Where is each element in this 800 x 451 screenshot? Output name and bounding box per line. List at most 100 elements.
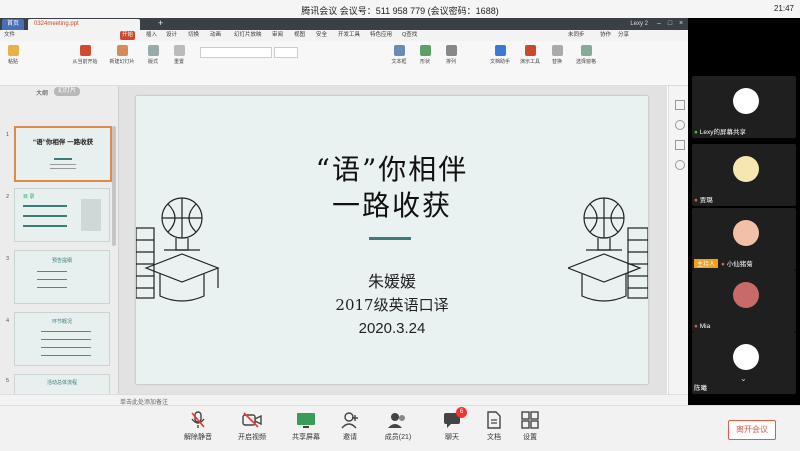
play-from-current-button[interactable]: 从当前开始 (68, 45, 102, 65)
slide-number: 4 (6, 318, 10, 324)
shared-screen: 首页 0324meeting.ppt + Lexy 2 – □ × 文件 开始 … (0, 18, 688, 405)
paste-button[interactable]: 粘贴 (2, 45, 24, 65)
close-icon[interactable]: × (676, 18, 686, 30)
slide-title-line1: “语”你相伴 (315, 153, 469, 186)
menu-search[interactable]: Q查找 (400, 31, 419, 40)
menu-design[interactable]: 设计 (164, 31, 179, 40)
minimize-icon[interactable]: – (654, 18, 664, 30)
menu-security[interactable]: 安全 (314, 31, 329, 40)
unmute-button[interactable]: 解除静音 (178, 411, 218, 442)
menu-slideshow[interactable]: 幻灯片放映 (232, 31, 264, 40)
chevron-down-icon[interactable]: ⌄ (740, 374, 747, 383)
participant-label: ● Mia (694, 323, 711, 330)
globe-illustration (81, 199, 101, 231)
avatar (733, 220, 759, 246)
meeting-title: 腾讯会议 会议号：511 958 779 (会议密码：1688) (301, 6, 499, 16)
tool-icon[interactable] (675, 120, 685, 130)
selection-pane-button[interactable]: 选择窗格 (572, 45, 600, 65)
shape-button[interactable]: 形状 (414, 45, 436, 65)
notes-bar: 单击此处添加备注 (0, 394, 688, 405)
members-button[interactable]: 成员(21) (378, 411, 418, 442)
menu-insert[interactable]: 插入 (144, 31, 159, 40)
participant-tile[interactable]: ● 贾璐 (692, 144, 796, 206)
avatar (733, 156, 759, 182)
collab-button[interactable]: 协作 (598, 31, 613, 40)
user-account[interactable]: Lexy 2 (630, 19, 648, 30)
presenter-class: 2017级英语口译 (335, 296, 449, 314)
mic-off-icon: ● (721, 261, 725, 268)
invite-button[interactable]: 邀请 (330, 411, 370, 442)
tool-icon[interactable] (675, 100, 685, 110)
settings-button[interactable]: 设置 (510, 411, 550, 442)
replace-icon (551, 45, 563, 56)
textbox-icon (393, 45, 405, 56)
slide-number: 2 (6, 194, 10, 200)
participant-tile[interactable]: ● Lexy的屏幕共享 (692, 76, 796, 138)
maximize-icon[interactable]: □ (665, 18, 675, 30)
slide-editor: “语”你相伴 一路收获 朱媛媛 2017级英语口译 2020.3.24 (119, 86, 667, 394)
share-screen-button[interactable]: 共享屏幕 (286, 411, 326, 442)
participant-label: ● 贾璐 (694, 197, 713, 204)
meeting-clock: 21:47 (773, 4, 794, 13)
presentation-date: 2020.3.24 (358, 320, 426, 337)
assistant-icon (494, 45, 506, 56)
meeting-controls: 解除静音 开启视频 共享屏幕 邀请 成员(21) 6 聊天 文档 设置 离开会议 (0, 405, 800, 451)
replace-button[interactable]: 替换 (546, 45, 568, 65)
tab-slides[interactable]: 幻灯片 (54, 87, 80, 96)
notes-placeholder[interactable]: 单击此处添加备注 (120, 397, 168, 405)
host-badge: 主持人 (694, 259, 719, 268)
members-icon (388, 413, 405, 428)
doc-assistant-button[interactable]: 文档助手 (486, 45, 514, 65)
right-tool-rail[interactable] (668, 86, 688, 394)
current-slide[interactable]: “语”你相伴 一路收获 朱媛媛 2017级英语口译 2020.3.24 (136, 96, 648, 384)
avatar (733, 344, 759, 370)
reset-button[interactable]: 重置 (168, 45, 190, 65)
layout-icon (147, 45, 159, 56)
avatar (733, 282, 759, 308)
slide-number: 1 (6, 132, 10, 138)
participant-tile[interactable]: 主持人 ● 小仙猪菊 (692, 208, 796, 270)
menu-features[interactable]: 特色应用 (368, 31, 394, 40)
menu-animation[interactable]: 动画 (208, 31, 223, 40)
tab-home[interactable]: 首页 (2, 19, 24, 30)
sync-status[interactable]: 未同步 (566, 31, 587, 40)
share-button[interactable]: 分享 (616, 31, 631, 40)
new-tab-button[interactable]: + (152, 18, 169, 29)
menu-review[interactable]: 审阅 (270, 31, 285, 40)
mic-off-icon (191, 411, 205, 428)
slide-thumbnail[interactable]: 预告提纲 (14, 250, 110, 304)
textbox-button[interactable]: 文本框 (388, 45, 410, 65)
participant-tile[interactable]: ⌄ 陈曦 (692, 332, 796, 394)
menu-view[interactable]: 视图 (292, 31, 307, 40)
participant-label: ● Lexy的屏幕共享 (694, 129, 746, 136)
menu-devtools[interactable]: 开发工具 (336, 31, 362, 40)
selection-pane-icon (580, 45, 592, 56)
thumbnail-scrollbar[interactable] (112, 126, 116, 246)
start-video-button[interactable]: 开启视频 (232, 411, 272, 442)
tool-icon[interactable] (675, 160, 685, 170)
font-name-select[interactable] (200, 47, 272, 58)
menu-file[interactable]: 文件 (2, 31, 17, 40)
video-off-icon (242, 412, 262, 428)
slide-thumbnail[interactable]: 活动总体流程 (14, 374, 110, 396)
chat-button[interactable]: 6 聊天 (432, 407, 472, 442)
slide-thumbnail[interactable]: “语”你相伴 一路收获 (14, 126, 112, 182)
participant-label: 陈曦 (694, 385, 707, 392)
participant-tile[interactable]: ● Mia (692, 270, 796, 332)
layout-button[interactable]: 版式 (142, 45, 164, 65)
tool-icon[interactable] (675, 140, 685, 150)
mic-off-icon: ● (694, 323, 698, 330)
menu-start[interactable]: 开始 (120, 31, 136, 40)
new-slide-button[interactable]: 新建幻灯片 (106, 45, 138, 65)
avatar (733, 88, 759, 114)
tab-document[interactable]: 0324meeting.ppt (28, 19, 140, 30)
menu-transition[interactable]: 切换 (186, 31, 201, 40)
present-tools-button[interactable]: 演示工具 (516, 45, 544, 65)
tab-outline[interactable]: 大纲 (36, 88, 48, 97)
docs-button[interactable]: 文档 (474, 411, 514, 442)
slide-thumbnail[interactable]: 目 录 (14, 188, 110, 242)
font-size-select[interactable] (274, 47, 298, 58)
leave-meeting-button[interactable]: 离开会议 (728, 420, 776, 440)
arrange-button[interactable]: 排列 (440, 45, 462, 65)
slide-thumbnail[interactable]: 环节概况 (14, 312, 110, 366)
